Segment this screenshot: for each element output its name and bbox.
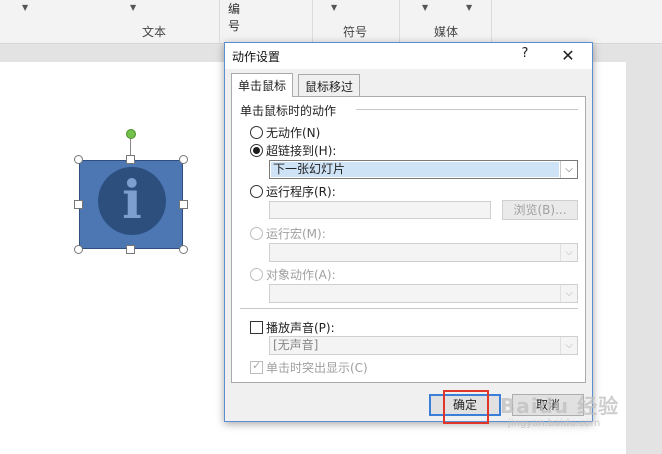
resize-handle-top-left[interactable] — [74, 155, 83, 164]
resize-handle-bottom-left[interactable] — [74, 245, 83, 254]
radio-run-macro: 运行宏(M): — [250, 225, 326, 241]
object-action-value — [271, 286, 559, 301]
chevron-down-icon[interactable]: ▼ — [130, 3, 136, 12]
resize-handle-top-right[interactable] — [179, 155, 188, 164]
radio-circle[interactable] — [250, 185, 263, 198]
panel-divider — [240, 308, 578, 309]
radio-label: 对象动作(A): — [266, 268, 336, 282]
watermark-url: jingyan.baidu.com — [508, 418, 601, 429]
close-icon[interactable]: ✕ — [553, 44, 583, 68]
ribbon: ▼ ▼ 编号 文本 ▼ 符号 ▼ ▼ 媒体 — [0, 0, 662, 44]
radio-label: 超链接到(H): — [266, 144, 337, 158]
resize-handle-bottom-right[interactable] — [179, 245, 188, 254]
hyperlink-value: 下一张幻灯片 — [271, 162, 559, 177]
sound-value: [无声音] — [273, 338, 319, 352]
section-title: 单击鼠标时的动作 — [240, 104, 337, 118]
hyperlink-select[interactable]: 下一张幻灯片 ⌵ — [269, 160, 578, 179]
ribbon-group-text: ▼ ▼ 编号 文本 — [0, 0, 240, 44]
chevron-down-icon: ⌵ — [560, 285, 577, 302]
radio-label: 无动作(N) — [266, 126, 321, 140]
chevron-down-icon[interactable]: ▼ — [422, 3, 428, 12]
radio-hyperlink[interactable]: 超链接到(H): — [250, 142, 336, 158]
rotation-handle[interactable] — [126, 129, 136, 139]
numbering-button[interactable]: 编号 — [228, 0, 240, 34]
chevron-down-icon: ⌵ — [560, 337, 577, 354]
chevron-down-icon[interactable]: ▼ — [331, 3, 337, 12]
radio-run-program[interactable]: 运行程序(R): — [250, 183, 336, 199]
resize-handle-right[interactable] — [179, 200, 188, 209]
radio-label: 运行宏(M): — [266, 227, 326, 241]
radio-none[interactable]: 无动作(N) — [250, 124, 320, 140]
ribbon-group-symbol: ▼ 符号 — [312, 0, 400, 44]
watermark-logo: Baidu 经验 — [500, 394, 620, 418]
section-divider — [356, 109, 578, 110]
group-label-text: 文本 — [142, 25, 167, 39]
program-path-input — [269, 201, 491, 219]
radio-label: 运行程序(R): — [266, 185, 336, 199]
object-action-select: ⌵ — [269, 284, 578, 303]
tab-panel: 单击鼠标时的动作 无动作(N) 超链接到(H): 下一张幻灯片 ⌵ 运行程序(R… — [231, 96, 586, 383]
radio-object-action: 对象动作(A): — [250, 266, 336, 282]
chevron-down-icon: ⌵ — [560, 244, 577, 261]
ribbon-group-media: ▼ ▼ 媒体 — [400, 0, 492, 44]
checkbox-label: 单击时突出显示(C) — [266, 361, 368, 375]
resize-handle-bottom[interactable] — [126, 245, 135, 254]
radio-circle[interactable] — [250, 144, 263, 157]
ok-highlight-box — [443, 390, 489, 424]
dialog-titlebar[interactable]: 动作设置 ? ✕ — [225, 43, 592, 69]
radio-circle — [250, 227, 263, 240]
radio-circle[interactable] — [250, 126, 263, 139]
macro-select: ⌵ — [269, 243, 578, 262]
chevron-down-icon[interactable]: ▼ — [22, 3, 28, 12]
action-settings-dialog: 动作设置 ? ✕ 单击鼠标 鼠标移过 单击鼠标时的动作 无动作(N) 超链接到(… — [224, 42, 593, 424]
tab-mouse-over[interactable]: 鼠标移过 — [298, 74, 361, 96]
sound-select: [无声音] ⌵ — [269, 336, 578, 355]
browse-button: 浏览(B)... — [502, 200, 578, 220]
checkbox-box — [250, 359, 263, 374]
checkbox-box[interactable] — [250, 321, 263, 334]
help-button[interactable]: ? — [515, 46, 535, 66]
resize-handle-top[interactable] — [126, 155, 135, 164]
highlight-click-checkbox: 单击时突出显示(C) — [250, 359, 368, 376]
dialog-title: 动作设置 — [232, 50, 281, 64]
tab-mouse-click[interactable]: 单击鼠标 — [231, 73, 294, 97]
info-icon: i — [98, 167, 166, 235]
group-label-media: 媒体 — [434, 25, 459, 39]
info-shape[interactable]: i — [79, 160, 183, 249]
checkbox-label: 播放声音(P): — [266, 321, 335, 335]
play-sound-checkbox[interactable]: 播放声音(P): — [250, 319, 335, 336]
group-label-symbol: 符号 — [343, 25, 368, 39]
radio-circle — [250, 268, 263, 281]
resize-handle-left[interactable] — [74, 200, 83, 209]
chevron-down-icon[interactable]: ⌵ — [560, 161, 577, 178]
chevron-down-icon[interactable]: ▼ — [466, 3, 472, 12]
macro-value — [271, 245, 559, 260]
